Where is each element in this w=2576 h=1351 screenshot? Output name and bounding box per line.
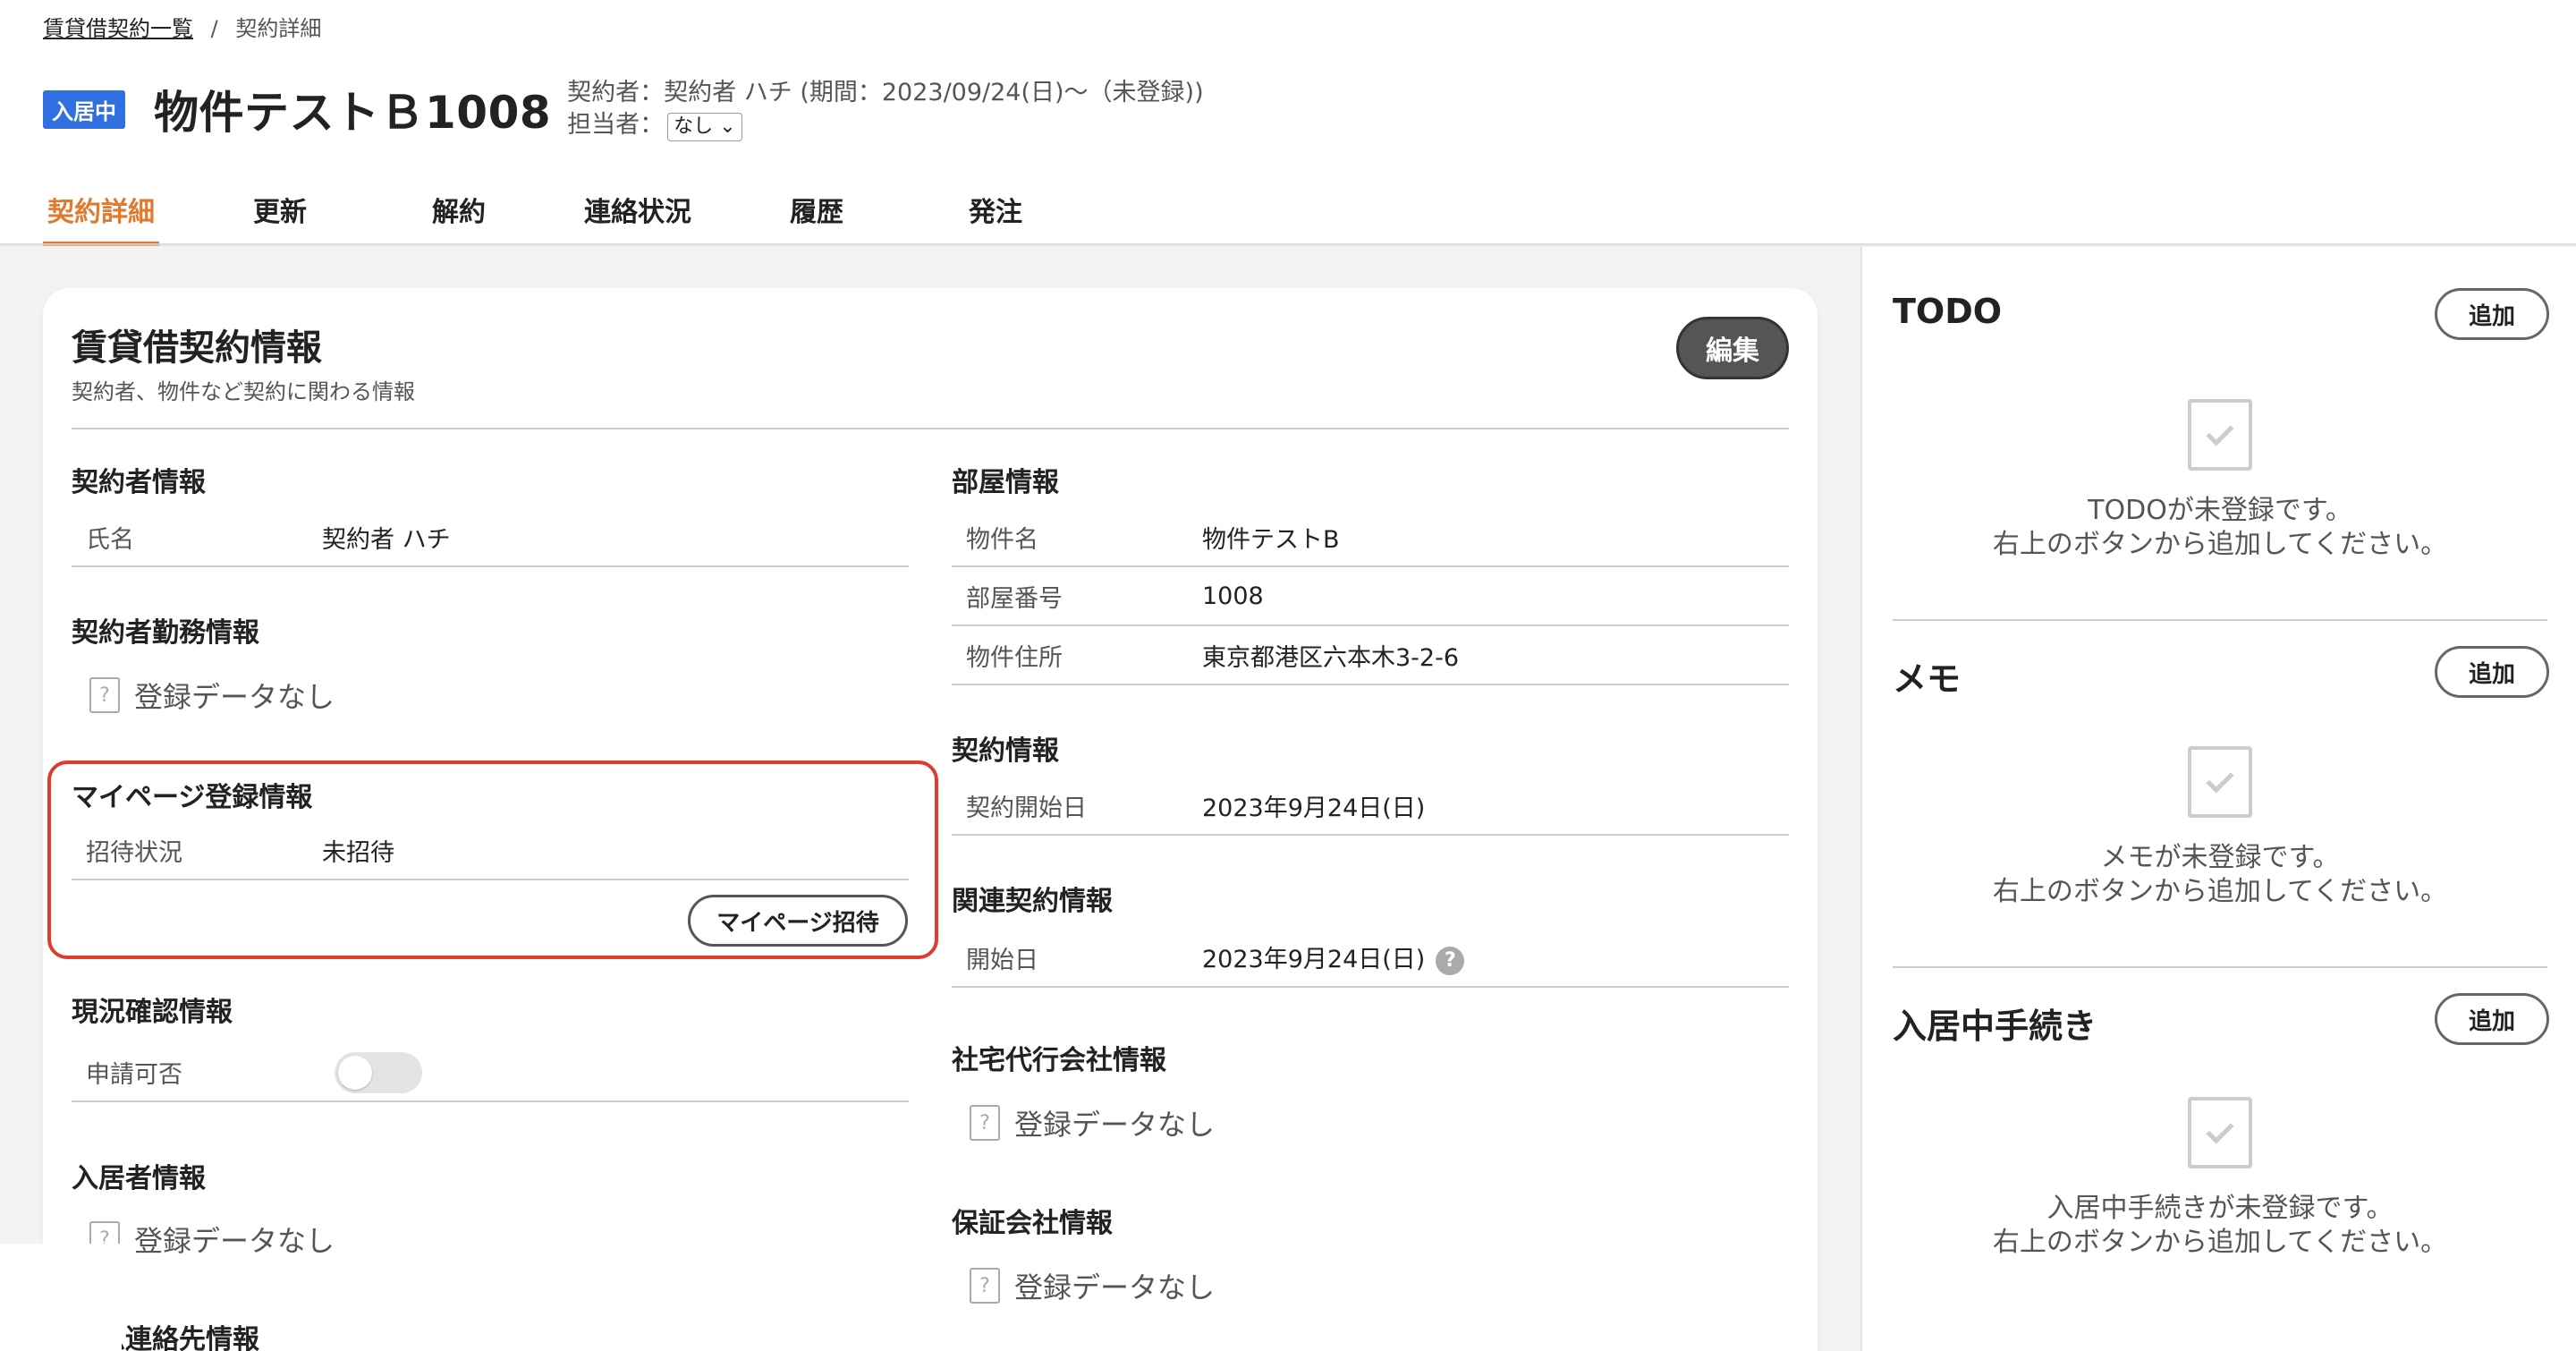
room-number-row: 部屋番号 1008 xyxy=(952,567,1789,626)
page-header: 入居中 物件テストＢ1008 契約者：契約者 ハチ (期間：2023/09/24… xyxy=(43,77,1204,141)
tab-contract-detail[interactable]: 契約詳細 xyxy=(43,190,159,246)
chevron-down-icon: ⌄ xyxy=(719,115,736,138)
guarantee-company-title: 保証会社情報 xyxy=(952,1208,1113,1239)
todo-empty-message: TODOが未登録です。 右上のボタンから追加してください。 xyxy=(1907,494,2533,562)
assignee-select[interactable]: なし ⌄ xyxy=(667,113,742,141)
help-icon[interactable]: ? xyxy=(1436,946,1465,975)
edit-button[interactable]: 編集 xyxy=(1676,317,1789,379)
empty-line-2: 右上のボタンから追加してください。 xyxy=(1992,529,2448,560)
no-data-text: 登録データなし xyxy=(134,1224,335,1258)
property-name-row: 物件名 物件テストB xyxy=(952,508,1789,567)
no-data: ? 登録データなし xyxy=(72,675,335,716)
procedure-title: 入居中手続き xyxy=(1893,1007,2097,1046)
contract-start-row: 契約開始日 2023年9月24日(日) xyxy=(952,777,1789,836)
card-subtitle: 契約者、物件など契約に関わる情報 xyxy=(72,379,415,404)
tab-order[interactable]: 発注 xyxy=(937,190,1054,229)
contractor-name-row: 氏名 契約者 ハチ xyxy=(72,508,909,567)
breadcrumb-current: 契約詳細 xyxy=(235,16,322,41)
resident-info-title: 入居者情報 xyxy=(72,1163,206,1194)
row-value: 1008 xyxy=(1202,582,1264,610)
no-data-text: 登録データなし xyxy=(1014,1108,1216,1142)
row-label: 部屋番号 xyxy=(966,584,1063,613)
application-row: 申請可否 xyxy=(72,1043,909,1102)
invite-status-row: 招待状況 未招待 xyxy=(72,821,909,880)
tab-contact-status[interactable]: 連絡状況 xyxy=(580,190,696,229)
row-value: 未招待 xyxy=(322,838,394,867)
contract-info-title: 契約情報 xyxy=(952,735,1059,767)
procedure-add-button[interactable]: 追加 xyxy=(2435,993,2549,1045)
mypage-info-title: マイページ登録情報 xyxy=(72,782,313,813)
assignee-label: 担当者： xyxy=(567,111,665,139)
todo-add-button[interactable]: 追加 xyxy=(2435,288,2549,340)
row-value: 東京都港区六本木3-2-6 xyxy=(1202,643,1460,672)
no-data: ? 登録データなし xyxy=(952,1265,1215,1306)
assignee-row: 担当者： なし ⌄ xyxy=(567,109,1203,141)
panel-divider xyxy=(1893,619,2547,621)
empty-line-1: 入居中手続きが未登録です。 xyxy=(2046,1193,2394,1224)
breadcrumb: 賃貸借契約一覧 / 契約詳細 xyxy=(43,11,321,42)
row-value: 物件テストB xyxy=(1202,525,1340,554)
card-title: 賃貸借契約情報 xyxy=(72,327,322,369)
status-check-title: 現況確認情報 xyxy=(72,997,233,1028)
document-question-icon: ? xyxy=(970,1105,1000,1141)
checkbox-icon xyxy=(2188,1097,2252,1168)
memo-title: メモ xyxy=(1893,659,1962,699)
overlay-patch xyxy=(0,1244,122,1351)
checkbox-icon xyxy=(2188,399,2252,471)
related-start-value: 2023年9月24日(日) xyxy=(1202,946,1426,974)
related-start-row: 開始日 2023年9月24日(日)? xyxy=(952,929,1789,988)
empty-line-1: TODOが未登録です。 xyxy=(2088,495,2352,526)
no-data: ? 登録データなし xyxy=(952,1102,1215,1143)
memo-empty-message: メモが未登録です。 右上のボタンから追加してください。 xyxy=(1907,841,2533,909)
no-data-text: 登録データなし xyxy=(1014,1270,1216,1304)
todo-title: TODO xyxy=(1893,292,2003,331)
checkbox-icon xyxy=(2188,746,2252,818)
panel-divider xyxy=(1893,966,2547,968)
row-label: 氏名 xyxy=(86,525,134,554)
status-badge: 入居中 xyxy=(43,89,125,129)
page-title: 物件テストＢ1008 xyxy=(154,87,552,139)
breadcrumb-separator: / xyxy=(210,16,218,41)
application-toggle[interactable] xyxy=(335,1052,422,1093)
side-panel: TODO 追加 TODOが未登録です。 右上のボタンから追加してください。 メモ… xyxy=(1860,247,2576,1351)
housing-agency-title: 社宅代行会社情報 xyxy=(952,1045,1166,1076)
document-question-icon: ? xyxy=(89,677,120,713)
contractor-info-title: 契約者情報 xyxy=(72,467,206,498)
row-value: 2023年9月24日(日) xyxy=(1202,794,1426,822)
empty-line-1: メモが未登録です。 xyxy=(2100,842,2340,873)
room-info-title: 部屋情報 xyxy=(952,467,1059,498)
row-label: 物件名 xyxy=(966,525,1038,554)
empty-line-2: 右上のボタンから追加してください。 xyxy=(1992,1227,2448,1258)
procedure-empty-message: 入居中手続きが未登録です。 右上のボタンから追加してください。 xyxy=(1907,1192,2533,1260)
assignee-value: なし xyxy=(674,115,714,138)
row-value: 契約者 ハチ xyxy=(322,525,451,554)
related-contract-title: 関連契約情報 xyxy=(952,886,1113,917)
work-info-title: 契約者勤務情報 xyxy=(72,617,259,649)
toggle-knob xyxy=(338,1056,372,1090)
row-label: 物件住所 xyxy=(966,643,1063,672)
row-label: 開始日 xyxy=(966,946,1038,974)
contractor-period-text: 契約者：契約者 ハチ (期間：2023/09/24(日)〜（未登録)) xyxy=(567,79,1204,106)
card-divider xyxy=(72,428,1789,429)
document-question-icon: ? xyxy=(970,1268,1000,1304)
breadcrumb-contract-list-link[interactable]: 賃貸借契約一覧 xyxy=(43,16,193,41)
mypage-invite-button[interactable]: マイページ招待 xyxy=(688,895,908,947)
memo-add-button[interactable]: 追加 xyxy=(2435,646,2549,698)
row-label: 申請可否 xyxy=(86,1060,182,1089)
tab-cancellation[interactable]: 解約 xyxy=(401,190,517,229)
empty-line-2: 右上のボタンから追加してください。 xyxy=(1992,876,2448,907)
row-value: 2023年9月24日(日)? xyxy=(1202,939,1465,975)
row-label: 契約開始日 xyxy=(966,794,1087,822)
property-address-row: 物件住所 東京都港区六本木3-2-6 xyxy=(952,626,1789,685)
tab-renewal[interactable]: 更新 xyxy=(222,190,338,229)
no-data-text: 登録データなし xyxy=(134,680,335,714)
contract-meta: 契約者：契約者 ハチ (期間：2023/09/24(日)〜（未登録)) 担当者：… xyxy=(567,77,1204,141)
tab-history[interactable]: 履歴 xyxy=(758,190,875,229)
row-label: 招待状況 xyxy=(86,838,182,867)
